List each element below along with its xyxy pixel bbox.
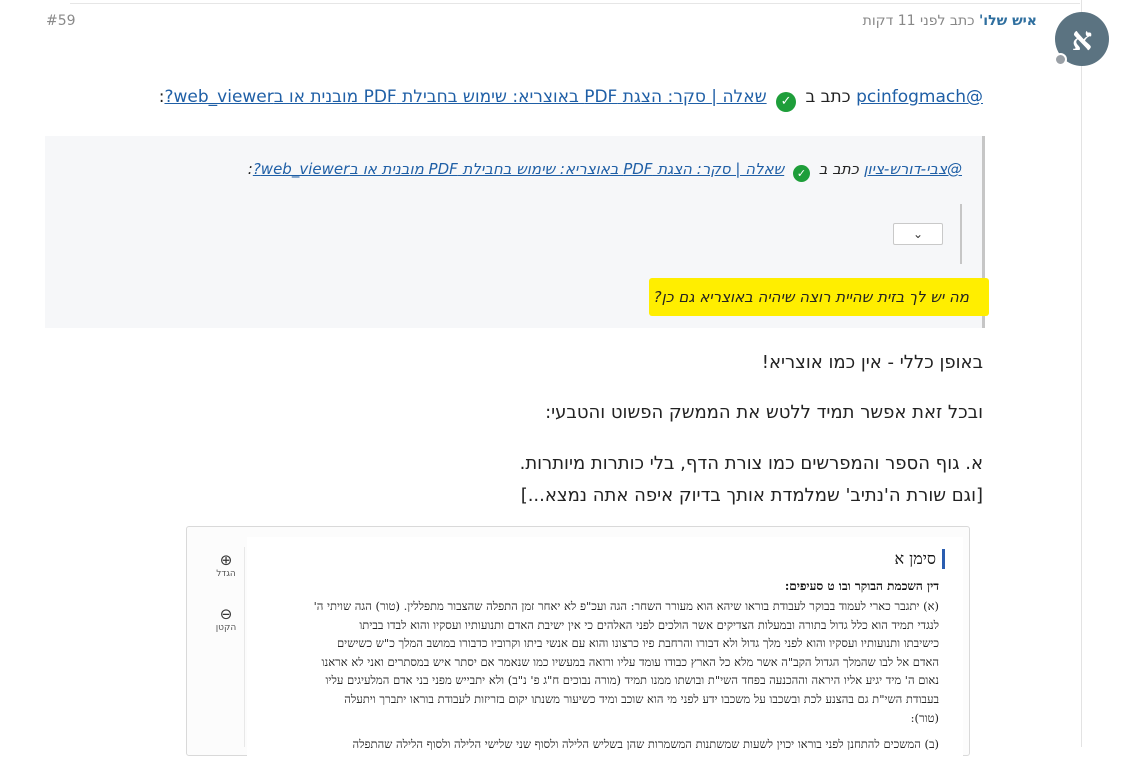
siman-text: (א) יתגבר כארי לעמוד בבוקר לעבודת בוראו … xyxy=(263,597,939,754)
nested-quote-bar xyxy=(960,204,962,264)
viewer-toolbar: ⊕ הגדל ⊖ הקטן xyxy=(207,547,245,747)
solved-check-icon: ✓ xyxy=(776,92,797,112)
text-line: לנגדי תמיד הוא כלל גדול בתורה ובמעלות הצ… xyxy=(359,617,939,632)
text-line: כישיבתו ותנועותיו ועסקיו והוא לפני מלך ג… xyxy=(337,636,939,651)
body-paragraph-4: [וגם שורת ה'נתיב' שמלמדת אותך בדיוק איפה… xyxy=(520,485,983,506)
siman-heading: דין השכמת הבוקר ובו ט סעיפים: xyxy=(784,579,939,593)
zoom-out-label: הקטן xyxy=(215,623,237,633)
text-line: האדם אל לבו שהמלך הגדול הקב"ה אשר מלא כל… xyxy=(321,654,939,669)
zoom-out-icon: ⊖ xyxy=(219,605,233,623)
body-paragraph-2: ובכל זאת אפשר תמיד ללטש את הממשק הפשוט ו… xyxy=(545,402,983,423)
nested-topic-link[interactable]: שאלה | סקר: הצגת PDF באוצריא: שימוש בחבי… xyxy=(253,160,784,178)
presence-status-icon xyxy=(1054,53,1067,66)
embedded-screenshot[interactable]: ⊕ הגדל ⊖ הקטן סימן א דין השכמת הבוקר ובו… xyxy=(186,526,970,757)
post-timestamp[interactable]: כתב לפני 11 דקות xyxy=(863,13,975,29)
nested-solved-check-icon: ✓ xyxy=(792,165,810,182)
text-line: (ב) המשכים להתחנן לפני בוראו יכוין לשעות… xyxy=(352,737,939,752)
author-link[interactable]: איש שלו' xyxy=(979,13,1037,29)
wrote-in-text: כתב ב xyxy=(805,87,851,107)
text-line: (טור): xyxy=(910,710,939,725)
topic-link[interactable]: שאלה | סקר: הצגת PDF באוצריא: שימוש בחבי… xyxy=(164,87,766,107)
post-number[interactable]: #59 xyxy=(46,13,76,29)
siman-title: סימן א xyxy=(894,549,945,569)
post-meta: איש שלו' כתב לפני 11 דקות xyxy=(863,13,1037,29)
nested-mention-link[interactable]: @צבי-דורש-ציון xyxy=(863,160,962,178)
zoom-in-label: הגדל xyxy=(216,569,236,579)
text-line: נאום ה' מיד יגיע אליו היראה וההכנעה בפחד… xyxy=(325,673,939,688)
viewer-page: סימן א דין השכמת הבוקר ובו ט סעיפים: (א)… xyxy=(247,537,963,757)
timeline-rail xyxy=(1081,0,1082,747)
expand-quote-button[interactable]: ⌄ xyxy=(893,223,943,245)
mention-link[interactable]: @pcinfogmach xyxy=(856,87,983,107)
zoom-in-icon: ⊕ xyxy=(219,551,233,569)
highlighted-question: מה יש לך בזית שהיית רוצה שיהיה באוצריא ג… xyxy=(649,278,989,316)
body-paragraph-3: א. גוף הספר והמפרשים כמו צורת הדף, בלי כ… xyxy=(519,453,983,474)
chevron-down-icon: ⌄ xyxy=(912,227,924,241)
nested-wrote-in-text: כתב ב xyxy=(818,160,859,178)
top-divider xyxy=(70,3,1080,4)
text-line: (א) יתגבר כארי לעמוד בבוקר לעבודת בוראו … xyxy=(313,599,939,613)
nested-quote-attribution: @צבי-דורש-ציון כתב ב ✓ שאלה | סקר: הצגת … xyxy=(248,160,962,182)
blockquote: @צבי-דורש-ציון כתב ב ✓ שאלה | סקר: הצגת … xyxy=(45,136,989,328)
body-paragraph-1: באופן כללי - אין כמו אוצריא! xyxy=(761,352,983,373)
zoom-out-button: ⊖ הקטן xyxy=(207,605,245,633)
text-line: בעבודת השי"ת גם בהצנע לכת ובשכבו על משכב… xyxy=(344,691,939,706)
zoom-in-button: ⊕ הגדל xyxy=(207,551,245,579)
quote-attribution: @pcinfogmach כתב ב ✓ שאלה | סקר: הצגת PD… xyxy=(159,87,983,112)
